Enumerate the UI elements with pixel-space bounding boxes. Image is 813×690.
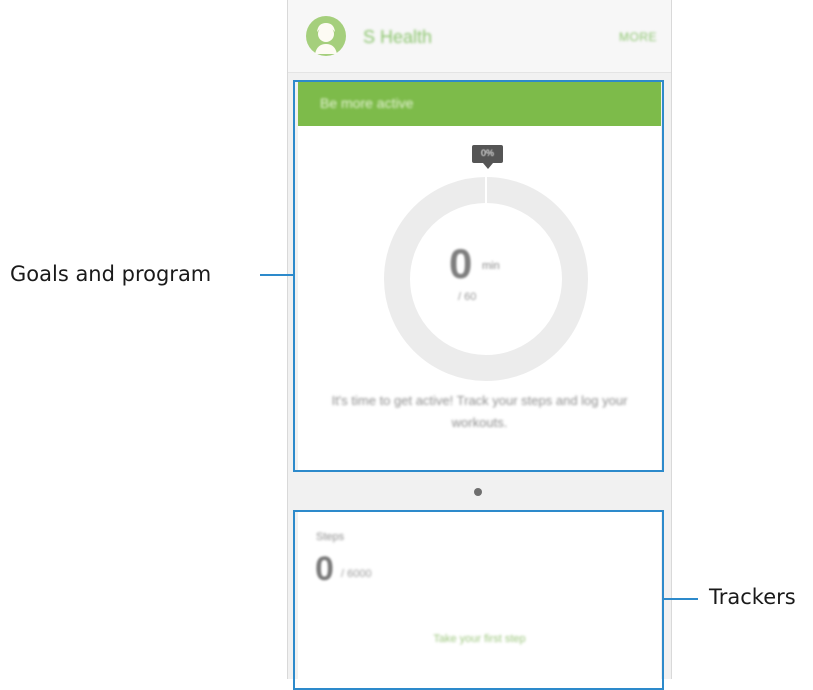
page-indicator-dot xyxy=(474,488,482,496)
profile-avatar-icon[interactable] xyxy=(306,16,346,56)
trackers-highlight-frame xyxy=(293,510,664,690)
app-bar: S Health MORE xyxy=(288,0,671,73)
goals-callout-line xyxy=(260,274,293,276)
trackers-callout-label: Trackers xyxy=(709,585,796,609)
trackers-callout-line xyxy=(664,598,698,600)
more-button[interactable]: MORE xyxy=(619,30,657,44)
goals-callout-label: Goals and program xyxy=(10,262,212,286)
app-title: S Health xyxy=(363,27,433,47)
goals-highlight-frame xyxy=(293,80,664,472)
